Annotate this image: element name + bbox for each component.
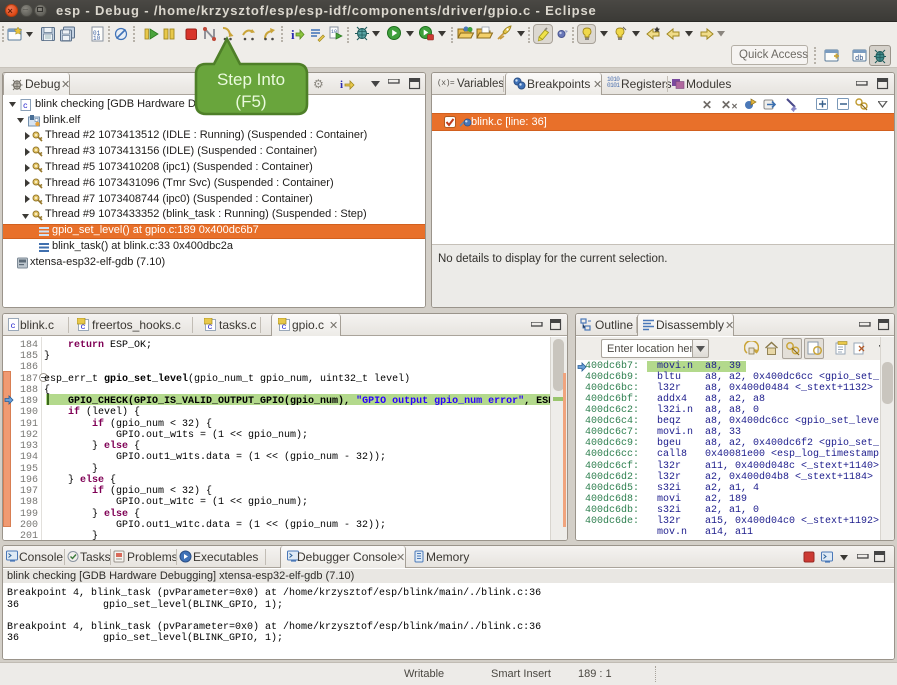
svg-text:c: c <box>11 321 16 331</box>
svg-text:i: i <box>340 79 343 91</box>
svg-text:c: c <box>23 102 28 111</box>
svg-text:c: c <box>81 322 86 331</box>
svg-text:db: db <box>855 55 863 63</box>
svg-text:Step Into: Step Into <box>217 70 285 89</box>
svg-text:10: 10 <box>93 35 101 42</box>
svg-text:c: c <box>208 322 213 331</box>
svg-text:(F5): (F5) <box>235 92 266 111</box>
svg-text:c: c <box>282 322 287 331</box>
